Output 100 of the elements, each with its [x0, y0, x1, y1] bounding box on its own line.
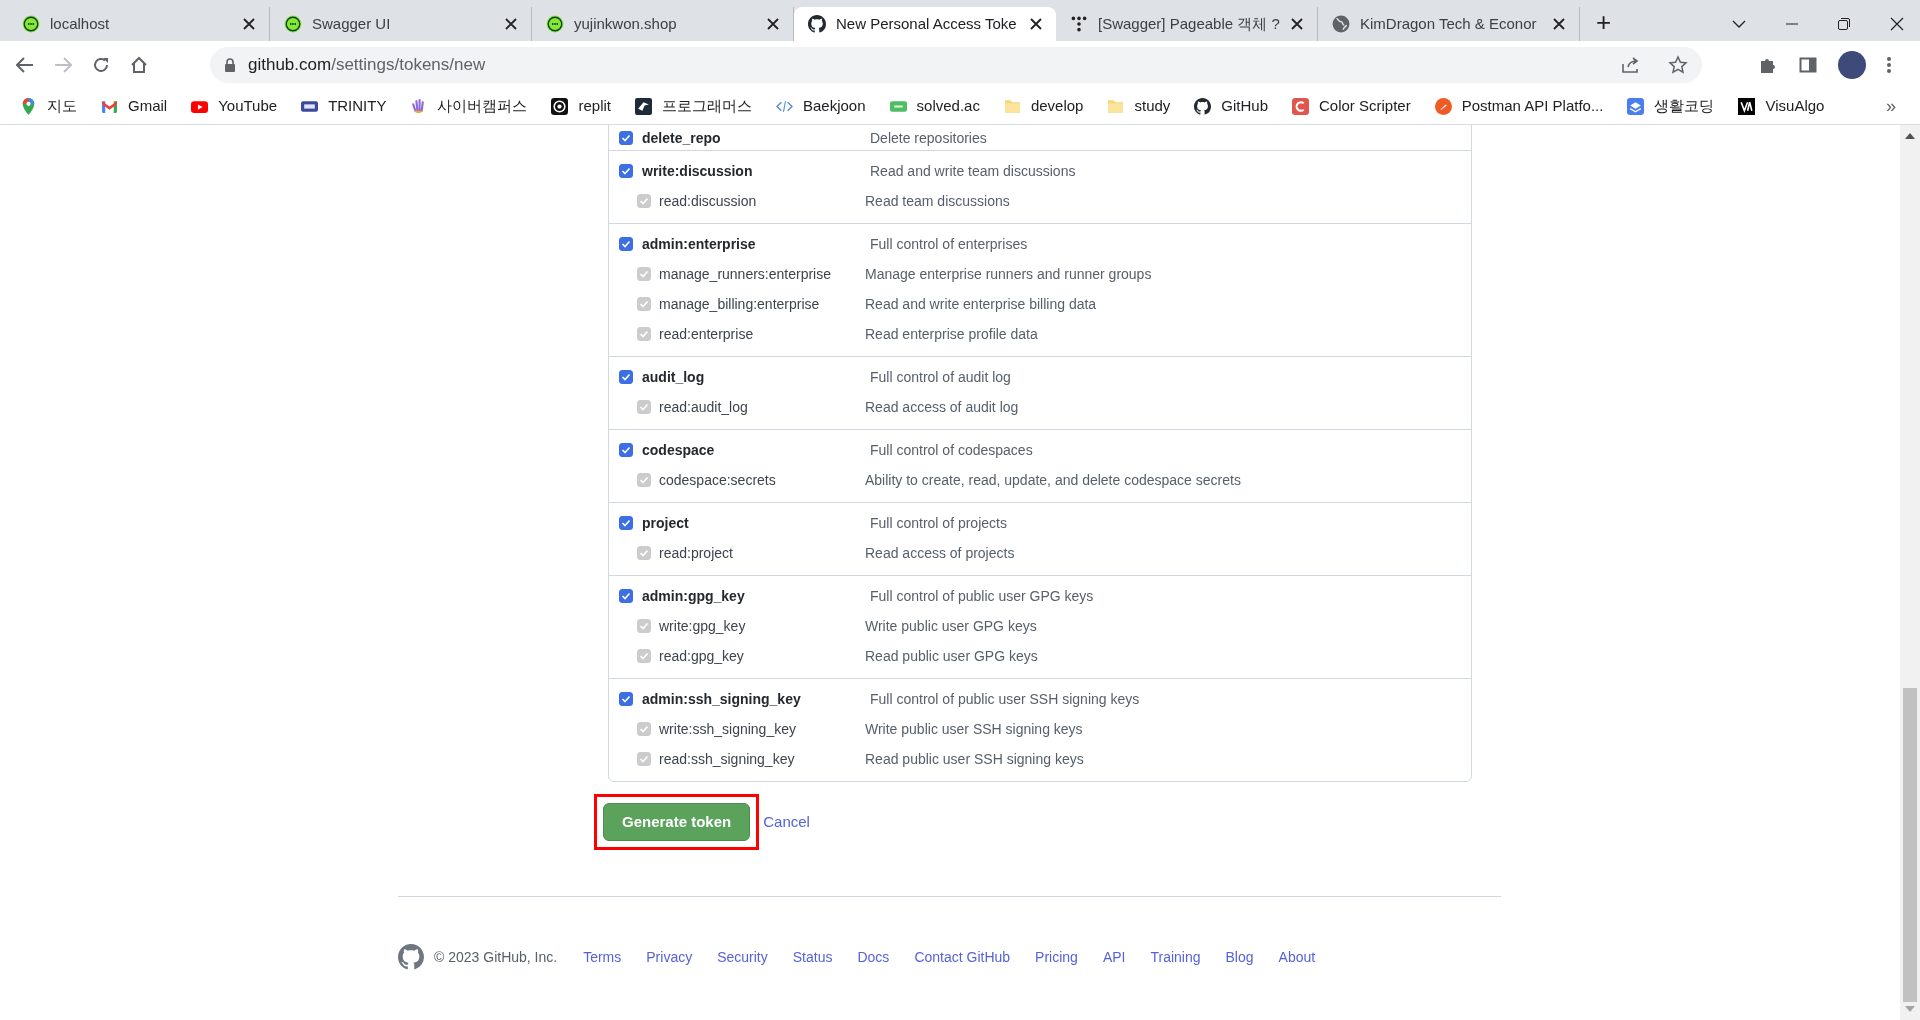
profile-avatar[interactable] — [1838, 51, 1866, 79]
scope-name: read:gpg_key — [659, 646, 745, 666]
footer-link[interactable]: Docs — [857, 946, 890, 968]
back-icon[interactable] — [16, 57, 34, 73]
bookmark[interactable]: study — [1107, 95, 1171, 118]
scope-description: Read public user GPG keys — [865, 646, 1038, 666]
bookmark[interactable]: Color Scripter — [1292, 95, 1411, 118]
code-brackets-icon — [776, 98, 793, 115]
bookmark[interactable]: VisuAlgo — [1738, 95, 1825, 118]
share-icon[interactable] — [1620, 55, 1640, 75]
checkbox[interactable] — [619, 370, 633, 384]
scope-name: read:project — [659, 543, 734, 563]
scope-name: write:discussion — [642, 161, 754, 181]
footer-link[interactable]: Security — [717, 946, 768, 968]
mail-icon — [101, 98, 118, 115]
spiral-icon — [551, 98, 569, 115]
bookmark[interactable]: 프로그래머스 — [635, 95, 752, 118]
close-icon[interactable] — [1030, 18, 1042, 30]
close-window-icon[interactable] — [1890, 17, 1904, 31]
play-icon — [191, 98, 209, 115]
bookmark[interactable]: replit — [551, 95, 611, 118]
folder-icon — [1107, 98, 1125, 115]
close-icon[interactable] — [1291, 18, 1303, 30]
scope-name: read:ssh_signing_key — [659, 749, 796, 769]
scope-name: admin:gpg_key — [642, 586, 746, 606]
scope-name: read:enterprise — [659, 324, 755, 344]
scope-description: Write public user SSH signing keys — [865, 719, 1083, 739]
bookmark[interactable]: TRINITY — [301, 95, 387, 118]
scrollbar[interactable] — [1900, 125, 1920, 1020]
close-icon[interactable] — [767, 18, 779, 30]
url-text: github.com/settings/tokens/new — [248, 54, 486, 77]
checkbox[interactable] — [619, 443, 633, 457]
bookmark[interactable]: solved.ac — [889, 95, 980, 118]
footer-link[interactable]: Status — [792, 946, 833, 968]
checkbox[interactable] — [619, 164, 633, 178]
scope-description: Delete repositories — [870, 128, 987, 148]
bookmark[interactable]: Postman API Platfo... — [1434, 95, 1604, 118]
scope-description: Full control of public user SSH signing keys — [870, 689, 1140, 709]
menu-icon[interactable] — [1886, 55, 1892, 75]
scope-description: Manage enterprise runners and runner groups — [865, 264, 1152, 284]
checkbox[interactable] — [619, 589, 633, 603]
close-icon[interactable] — [1553, 18, 1565, 30]
footer-link[interactable]: Terms — [583, 946, 622, 968]
footer-link[interactable]: Privacy — [646, 946, 693, 968]
scope-description: Full control of projects — [870, 513, 1007, 533]
side-panel-icon[interactable] — [1798, 55, 1818, 75]
scope-name: delete_repo — [642, 128, 722, 148]
footer-link[interactable]: Pricing — [1035, 946, 1078, 968]
new-tab-button[interactable]: + — [1596, 9, 1612, 35]
scope-name: admin:enterprise — [642, 234, 757, 254]
bookmark[interactable]: develop — [1003, 95, 1084, 118]
scope-name: write:gpg_key — [659, 616, 747, 636]
stack-icon — [1627, 98, 1645, 115]
bookmark[interactable]: 생활코딩 — [1627, 95, 1715, 118]
footer-link[interactable]: About — [1278, 946, 1316, 968]
scroll-up-icon[interactable] — [1905, 133, 1915, 139]
scope-description: Full control of public user GPG keys — [870, 586, 1094, 606]
bookmark[interactable]: 사이버캠퍼스 — [410, 95, 528, 118]
scope-name: manage_billing:enterprise — [659, 294, 821, 314]
close-icon[interactable] — [505, 18, 517, 30]
bookmark[interactable]: Gmail — [101, 95, 168, 118]
github-icon — [1194, 98, 1212, 115]
github-logo-icon[interactable] — [398, 944, 424, 970]
star-icon[interactable] — [1668, 55, 1688, 75]
browser-tab[interactable]: New Personal Access Toke — [794, 7, 1056, 41]
scope-name: read:discussion — [659, 191, 758, 211]
home-icon[interactable] — [130, 56, 148, 74]
cancel-link[interactable]: Cancel — [763, 810, 810, 834]
checkbox[interactable] — [619, 237, 633, 251]
footer-link[interactable]: Blog — [1225, 946, 1254, 968]
checkbox[interactable] — [619, 692, 633, 706]
scrollbar-thumb[interactable] — [1903, 688, 1917, 1002]
scope-description: Ability to create, read, update, and delete codespace secrets — [865, 470, 1241, 490]
reload-icon[interactable] — [92, 56, 110, 74]
folder-icon — [1003, 98, 1021, 115]
scope-description: Write public user GPG keys — [865, 616, 1037, 636]
c-logo-icon — [1292, 98, 1309, 115]
scope-name: manage_runners:enterprise — [659, 264, 832, 284]
footer-link[interactable]: API — [1102, 946, 1126, 968]
scope-description: Full control of codespaces — [870, 440, 1033, 460]
bookmark[interactable]: Baekjoon — [776, 95, 866, 118]
scope-name: read:audit_log — [659, 397, 749, 417]
bookmark[interactable]: GitHub — [1194, 95, 1268, 118]
footer-link[interactable]: Contact GitHub — [914, 946, 1011, 968]
lock-icon — [224, 58, 236, 72]
chevron-down-icon[interactable] — [1732, 20, 1746, 28]
map-pin-icon — [20, 98, 37, 115]
scope-name: admin:ssh_signing_key — [642, 689, 802, 709]
more-bookmarks-button[interactable]: » — [1886, 93, 1896, 120]
bookmark[interactable]: YouTube — [191, 95, 278, 118]
bookmark[interactable]: 지도 — [20, 95, 77, 118]
checkbox[interactable] — [619, 516, 633, 530]
scope-name: audit_log — [642, 367, 706, 387]
dots-icon — [1070, 15, 1088, 33]
footer-link[interactable]: Training — [1150, 946, 1201, 968]
restore-icon[interactable] — [1838, 18, 1850, 30]
address-bar[interactable]: github.com/settings/tokens/new — [210, 47, 1702, 83]
close-icon[interactable] — [243, 18, 255, 30]
checkbox[interactable] — [619, 131, 633, 145]
scope-description: Read enterprise profile data — [865, 324, 1038, 344]
